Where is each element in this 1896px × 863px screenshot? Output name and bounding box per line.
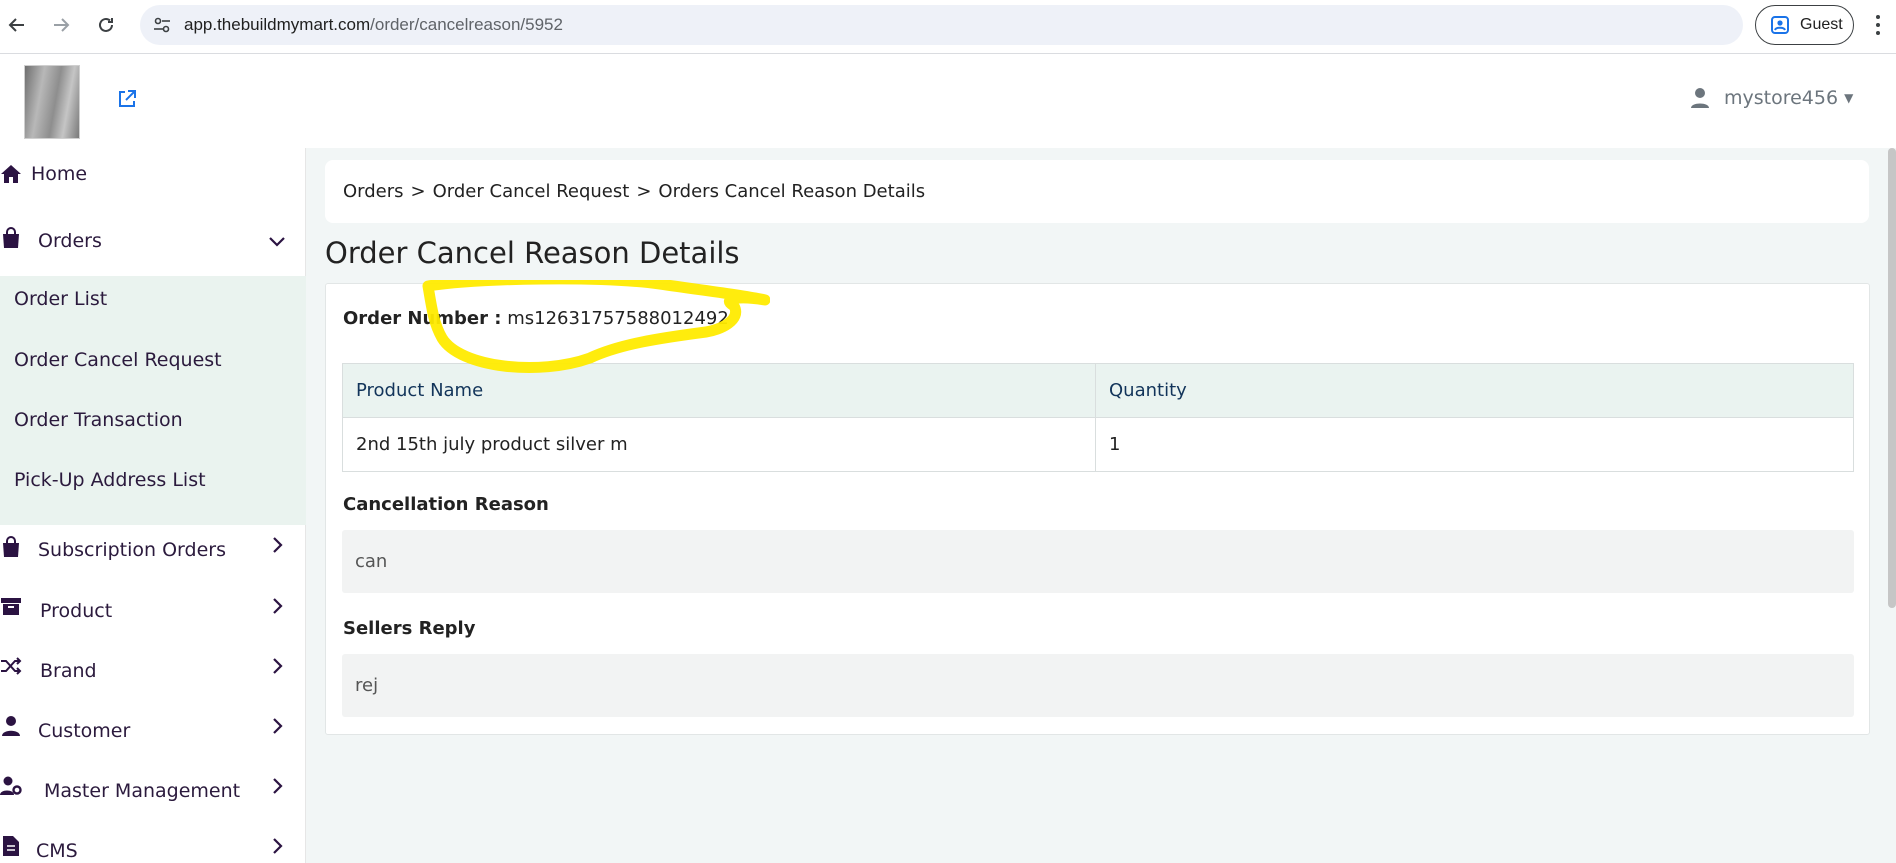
page-scrollbar[interactable] — [1888, 148, 1896, 608]
sidebar-item-subscription-orders[interactable]: Subscription Orders — [0, 530, 306, 570]
sidebar-item-label: Product — [40, 600, 113, 622]
page-title: Order Cancel Reason Details — [325, 236, 740, 270]
sidebar-item-master-management[interactable]: Master Management — [0, 771, 306, 811]
table-header-row: Product Name Quantity — [342, 363, 1854, 418]
orders-submenu: Order List Order Cancel Request Order Tr… — [0, 276, 306, 525]
chevron-right-icon — [273, 838, 283, 854]
archive-box-icon — [1, 598, 21, 615]
browser-toolbar: app.thebuildmymart.com/order/cancelreaso… — [0, 0, 1896, 54]
sidebar-item-cms[interactable]: CMS — [0, 831, 306, 863]
sidebar-item-product[interactable]: Product — [0, 591, 306, 631]
external-link-icon[interactable] — [116, 88, 138, 110]
sidebar-item-label: CMS — [36, 840, 78, 862]
sidebar-item-label: Home — [31, 163, 88, 185]
user-gear-icon — [0, 776, 22, 795]
user-menu[interactable]: mystore456 ▼ — [1690, 87, 1853, 109]
site-settings-icon[interactable] — [152, 15, 172, 35]
column-header-product-name: Product Name — [342, 363, 1096, 418]
cancellation-reason-field: can — [342, 530, 1854, 593]
cell-product-name: 2nd 15th july product silver m — [342, 417, 1096, 472]
url-text: app.thebuildmymart.com/order/cancelreaso… — [184, 15, 563, 35]
breadcrumb: Orders > Order Cancel Request > Orders C… — [325, 160, 1869, 223]
submenu-item-order-cancel-request[interactable]: Order Cancel Request — [14, 349, 222, 371]
product-table: Product Name Quantity 2nd 15th july prod… — [342, 363, 1854, 472]
file-icon — [3, 836, 19, 856]
home-icon — [1, 165, 21, 183]
shuffle-icon — [1, 657, 22, 675]
profile-button[interactable]: Guest — [1755, 5, 1854, 45]
reload-button[interactable] — [89, 8, 123, 42]
chevron-right-icon — [273, 598, 283, 614]
sidebar-item-home[interactable]: Home — [0, 154, 306, 194]
sidebar: Home Orders Order List Order Cancel Requ… — [0, 148, 306, 863]
sidebar-item-customer[interactable]: Customer — [0, 711, 306, 751]
table-row: 2nd 15th july product silver m 1 — [342, 417, 1854, 472]
chevron-right-icon — [273, 718, 283, 734]
shopping-bag-icon — [3, 536, 19, 557]
sidebar-item-orders[interactable]: Orders — [0, 221, 306, 261]
sidebar-item-brand[interactable]: Brand — [0, 651, 306, 691]
username: mystore456 — [1724, 87, 1839, 109]
cancellation-reason-label: Cancellation Reason — [343, 494, 549, 515]
submenu-item-order-list[interactable]: Order List — [14, 288, 107, 310]
chevron-right-icon — [273, 778, 283, 794]
profile-label: Guest — [1800, 16, 1843, 33]
main-content: Orders > Order Cancel Request > Orders C… — [306, 148, 1896, 863]
reload-icon — [99, 17, 113, 32]
sellers-reply-label: Sellers Reply — [343, 618, 476, 639]
arrow-left-icon — [8, 18, 24, 32]
column-header-quantity: Quantity — [1095, 363, 1854, 418]
browser-menu-button[interactable] — [1870, 12, 1886, 38]
forward-button[interactable] — [44, 8, 78, 42]
store-logo[interactable] — [24, 65, 80, 139]
sidebar-item-label: Master Management — [44, 780, 241, 802]
breadcrumb-order-cancel-request[interactable]: Order Cancel Request — [433, 181, 630, 202]
order-number-line: Order Number : ms12631757588012492 — [343, 308, 729, 329]
caret-down-icon: ▼ — [1844, 91, 1854, 105]
submenu-item-pickup-address-list[interactable]: Pick-Up Address List — [14, 469, 206, 491]
back-button[interactable] — [0, 8, 34, 42]
user-icon — [2, 716, 20, 736]
submenu-item-order-transaction[interactable]: Order Transaction — [14, 409, 183, 431]
sidebar-item-label: Brand — [40, 660, 97, 682]
order-number-value: ms12631757588012492 — [507, 308, 729, 329]
sidebar-item-label: Subscription Orders — [38, 539, 226, 561]
user-icon — [1691, 88, 1709, 108]
chevron-right-icon — [273, 658, 283, 674]
breadcrumb-orders[interactable]: Orders — [343, 181, 404, 202]
shopping-bag-icon — [3, 227, 19, 248]
breadcrumb-current: Orders Cancel Reason Details — [658, 181, 926, 202]
arrow-right-icon — [54, 18, 70, 32]
order-detail-card: Order Number : ms12631757588012492 Produ… — [325, 283, 1870, 735]
address-bar[interactable]: app.thebuildmymart.com/order/cancelreaso… — [140, 5, 1743, 45]
chevron-down-icon — [269, 237, 285, 247]
breadcrumb-separator: > — [636, 181, 652, 202]
url-path: /order/cancelreason/5952 — [370, 15, 563, 34]
sidebar-item-label: Customer — [38, 720, 131, 742]
order-number-label: Order Number : — [343, 308, 502, 329]
cell-quantity: 1 — [1095, 417, 1854, 472]
app-header: mystore456 ▼ — [0, 55, 1896, 148]
sidebar-item-label: Orders — [38, 230, 102, 252]
url-host: app.thebuildmymart.com — [184, 15, 371, 34]
breadcrumb-separator: > — [410, 181, 426, 202]
profile-icon — [1771, 16, 1789, 34]
sellers-reply-field: rej — [342, 654, 1854, 717]
chevron-right-icon — [273, 537, 283, 553]
